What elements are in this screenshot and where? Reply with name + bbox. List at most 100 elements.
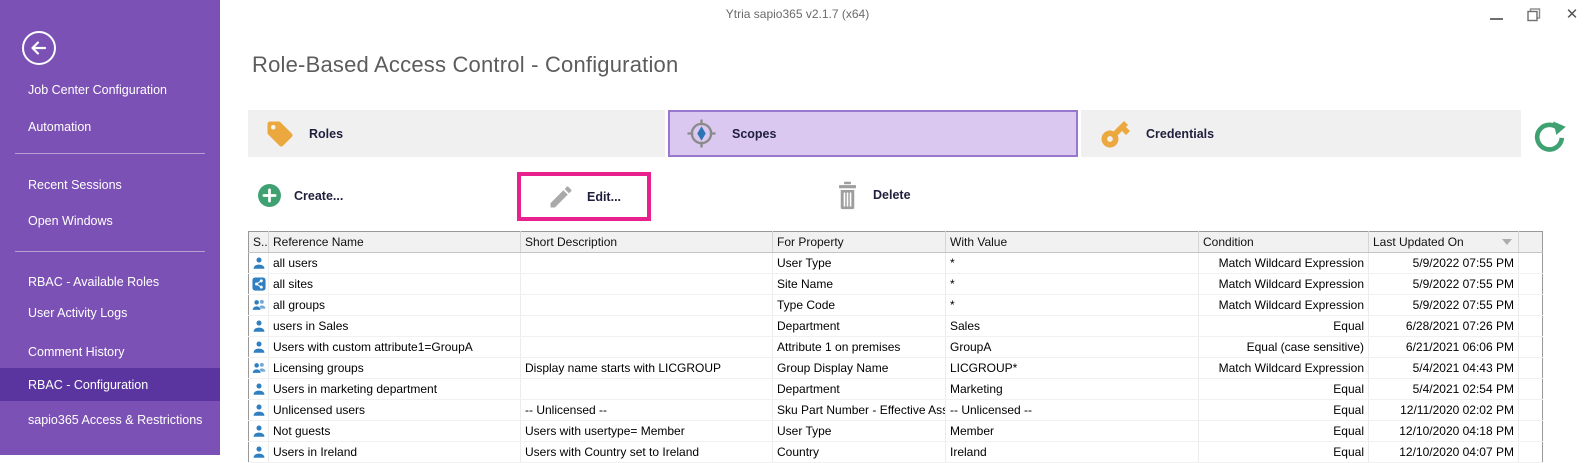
sidebar-item-comment-history[interactable]: Comment History [28,344,125,360]
column-header-for-property[interactable]: For Property [773,232,946,253]
edit-button[interactable]: Edit... [547,183,621,211]
user-icon [252,256,266,270]
condition-cell: Equal [1199,442,1369,463]
column-header-reference-name[interactable]: Reference Name [269,232,521,253]
filler-cell [1519,316,1543,337]
with-value-cell: Sales [946,316,1199,337]
sidebar-item-rbac-available-roles[interactable]: RBAC - Available Roles [28,274,159,290]
table-row[interactable]: Unlicensed users-- Unlicensed --Sku Part… [249,400,1543,421]
table-row[interactable]: all usersUser Type*Match Wildcard Expres… [249,253,1543,274]
table-row[interactable]: Users in IrelandUsers with Country set t… [249,442,1543,463]
restore-icon [1527,8,1541,22]
tab-bar: Roles Scopes Credentials [248,110,1521,157]
short-description-cell: Display name starts with LICGROUP [521,358,773,379]
column-header-filler [1519,232,1543,253]
with-value-cell: Marketing [946,379,1199,400]
filler-cell [1519,400,1543,421]
filler-cell [1519,421,1543,442]
row-type-cell [249,400,269,421]
minimize-button[interactable] [1489,8,1503,22]
with-value-cell: Ireland [946,442,1199,463]
with-value-cell: * [946,274,1199,295]
filler-cell [1519,358,1543,379]
back-button[interactable] [20,29,58,72]
filler-cell [1519,274,1543,295]
with-value-cell: * [946,253,1199,274]
last-updated-cell: 12/10/2020 04:07 PM [1369,442,1519,463]
create-button[interactable]: Create... [257,183,343,208]
short-description-cell [521,337,773,358]
sidebar-item-job-center-configuration[interactable]: Job Center Configuration [28,82,167,98]
condition-cell: Match Wildcard Expression [1199,358,1369,379]
short-description-cell [521,274,773,295]
sidebar-item-automation[interactable]: Automation [28,119,91,135]
restore-button[interactable] [1527,8,1541,22]
row-type-cell [249,442,269,463]
last-updated-cell: 5/4/2021 04:43 PM [1369,358,1519,379]
tab-roles[interactable]: Roles [248,110,665,157]
sidebar-item-open-windows[interactable]: Open Windows [28,213,113,229]
table-row[interactable]: Licensing groupsDisplay name starts with… [249,358,1543,379]
last-updated-cell: 6/28/2021 07:26 PM [1369,316,1519,337]
table-row[interactable]: users in SalesDepartmentSalesEqual6/28/2… [249,316,1543,337]
row-type-cell [249,421,269,442]
user-icon [252,445,266,459]
tab-credentials[interactable]: Credentials [1081,110,1521,157]
sidebar-item-label: RBAC - Configuration [28,378,148,392]
column-header-selection[interactable]: S... [249,232,269,253]
for-property-cell: Sku Part Number - Effective Assi [773,400,946,421]
last-updated-cell: 5/9/2022 07:55 PM [1369,295,1519,316]
sidebar-divider [15,251,205,252]
back-arrow-icon [20,29,58,67]
condition-cell: Equal [1199,421,1369,442]
user-icon [252,403,266,417]
table-row[interactable]: all groupsType Code*Match Wildcard Expre… [249,295,1543,316]
for-property-cell: Site Name [773,274,946,295]
filler-cell [1519,253,1543,274]
for-property-cell: User Type [773,421,946,442]
row-type-cell [249,274,269,295]
plus-circle-icon [257,183,282,208]
refresh-button[interactable] [1531,119,1568,160]
condition-cell: Equal [1199,379,1369,400]
window-title: Ytria sapio365 v2.1.7 (x64) [0,7,1595,21]
table-row[interactable]: all sites Site Name*Match Wildcard Expres… [249,274,1543,295]
table-row[interactable]: Not guestsUsers with usertype= MemberUse… [249,421,1543,442]
sidebar-item-recent-sessions[interactable]: Recent Sessions [28,177,122,193]
table-row[interactable]: Users with custom attribute1=GroupAAttri… [249,337,1543,358]
short-description-cell [521,253,773,274]
table-header-row: S... Reference Name Short Description Fo… [249,232,1543,253]
column-header-condition[interactable]: Condition [1199,232,1369,253]
tag-icon [265,119,295,149]
last-updated-cell: 5/9/2022 07:55 PM [1369,274,1519,295]
row-type-cell [249,358,269,379]
sidebar-item-user-activity-logs[interactable]: User Activity Logs [28,305,127,321]
short-description-cell: Users with Country set to Ireland [521,442,773,463]
column-header-short-description[interactable]: Short Description [521,232,773,253]
short-description-cell [521,316,773,337]
page-title: Role-Based Access Control - Configuratio… [252,52,678,78]
sidebar-item-rbac-configuration[interactable]: RBAC - Configuration [0,368,220,401]
reference-name-cell: Users in Ireland [269,442,521,463]
scope-target-icon [685,117,718,150]
close-button[interactable]: ✕ [1565,8,1579,22]
row-type-cell [249,379,269,400]
user-icon [252,382,266,396]
filler-cell [1519,379,1543,400]
delete-button[interactable]: Delete [834,180,911,210]
condition-cell: Equal (case sensitive) [1199,337,1369,358]
window-controls: ✕ [1489,8,1579,22]
row-type-cell [249,316,269,337]
last-updated-cell: 12/11/2020 02:02 PM [1369,400,1519,421]
reference-name-cell: all sites [269,274,521,295]
table-row[interactable]: Users in marketing departmentDepartmentM… [249,379,1543,400]
tab-label: Credentials [1146,127,1214,141]
column-header-with-value[interactable]: With Value [946,232,1199,253]
column-header-last-updated-on[interactable]: Last Updated On [1369,232,1519,253]
sidebar-item-sapio365-access-restrictions[interactable]: sapio365 Access & Restrictions [28,412,202,428]
tab-scopes[interactable]: Scopes [668,110,1078,157]
reference-name-cell: Licensing groups [269,358,521,379]
tab-label: Roles [309,127,343,141]
condition-cell: Match Wildcard Expression [1199,274,1369,295]
edit-button-highlight: Edit... [517,172,651,221]
